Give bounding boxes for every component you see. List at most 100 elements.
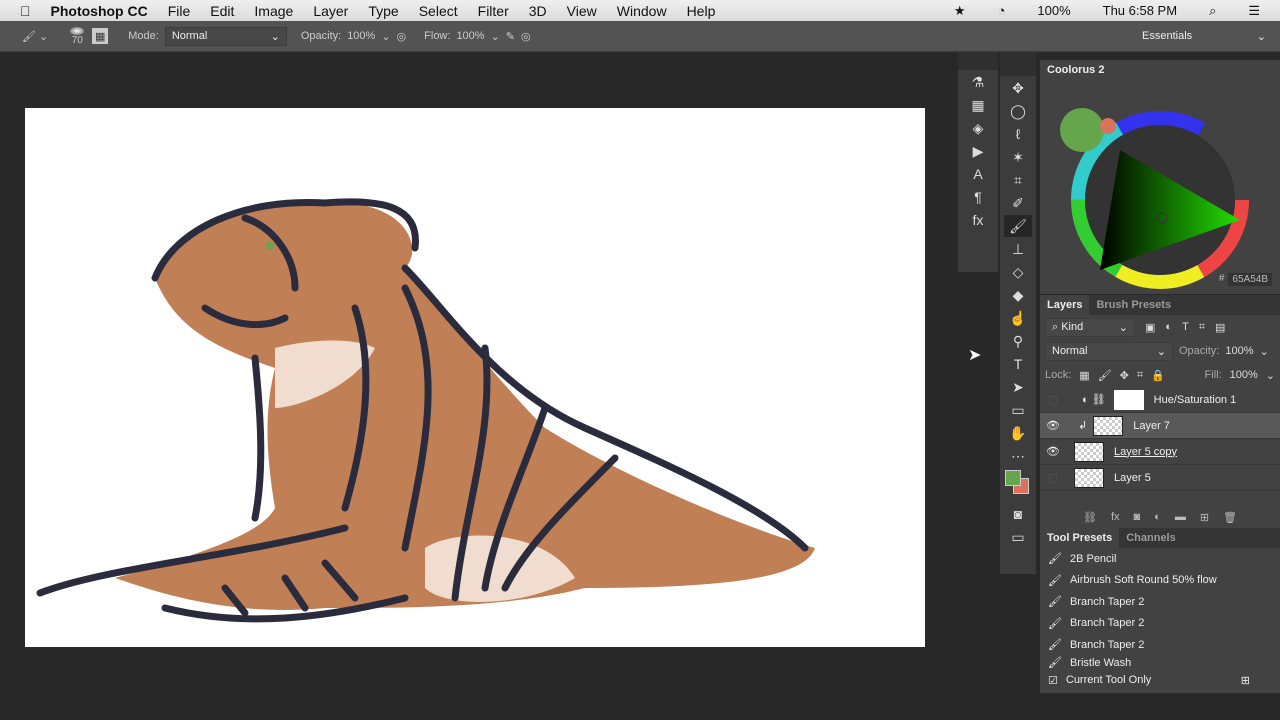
link-layers-icon[interactable]: ⛓ xyxy=(1083,511,1097,524)
play-actions-icon[interactable]: ▶ xyxy=(964,140,992,162)
preset-item[interactable]: 🖌 Bristle Wash xyxy=(1040,656,1280,670)
color-wheel[interactable] xyxy=(1040,80,1280,294)
smudge-tool-icon[interactable]: ☝ xyxy=(1004,307,1032,329)
list-icon[interactable]: ☰ xyxy=(1238,3,1270,19)
delete-layer-icon[interactable]: 🗑 xyxy=(1223,511,1237,524)
layer-row[interactable]: ▢ ◐ ⛓ Hue/Saturation 1 xyxy=(1040,387,1280,413)
filter-shape-icon[interactable]: ⌗ xyxy=(1199,321,1205,334)
more-tools-icon[interactable]: ⋯ xyxy=(1004,445,1032,467)
filter-type-icon[interactable]: T xyxy=(1182,321,1189,333)
lasso-tool-icon[interactable]: ℓ xyxy=(1004,123,1032,145)
menu-view[interactable]: View xyxy=(557,3,607,19)
tab-channels[interactable]: Channels xyxy=(1119,532,1183,544)
shape-tool-icon[interactable]: ▭ xyxy=(1004,399,1032,421)
fill-field[interactable]: 100% xyxy=(1230,369,1258,381)
crop-tool-icon[interactable]: ⌗ xyxy=(1004,169,1032,191)
dodge-tool-icon[interactable]: ⚲ xyxy=(1004,330,1032,352)
eraser-tool-icon[interactable]: ◇ xyxy=(1004,261,1032,283)
mode-select[interactable]: Normal ⌄ xyxy=(164,26,287,46)
styles-icon[interactable]: fx xyxy=(964,209,992,231)
color-swatches[interactable] xyxy=(1000,468,1036,502)
history-icon[interactable]: ⚗ xyxy=(964,71,992,93)
workspace-select[interactable]: Essentials ⌄ xyxy=(1136,27,1272,45)
filter-pixel-icon[interactable]: ▣ xyxy=(1145,321,1155,334)
grid-icon[interactable]: ▦ xyxy=(964,94,992,116)
preset-item[interactable]: 🖌 Airbrush Soft Round 50% flow xyxy=(1040,570,1280,592)
blend-mode-select[interactable]: Normal ⌄ xyxy=(1045,341,1173,361)
flow-field[interactable]: 100% xyxy=(456,30,484,42)
foreground-color-swatch[interactable] xyxy=(1005,470,1021,486)
stamp-tool-icon[interactable]: ⊥ xyxy=(1004,238,1032,260)
coolorus-tab[interactable]: Coolorus 2 xyxy=(1040,60,1112,80)
app-menu[interactable]: Photoshop CC xyxy=(41,3,158,19)
preset-item[interactable]: 🖌 Branch Taper 2 xyxy=(1040,591,1280,613)
star-icon[interactable]: ★ xyxy=(944,3,976,19)
quick-mask-icon[interactable]: ◙ xyxy=(1004,503,1032,525)
layer-row[interactable]: ▢ Layer 5 xyxy=(1040,465,1280,491)
character-icon[interactable]: A xyxy=(964,163,992,185)
pressure-opacity-icon[interactable]: ◎ xyxy=(397,30,407,43)
wifi-icon[interactable]: ◔ xyxy=(988,3,1016,18)
menu-select[interactable]: Select xyxy=(409,3,468,19)
lock-position-icon[interactable]: ✥ xyxy=(1120,369,1129,382)
tab-layers[interactable]: Layers xyxy=(1040,295,1090,315)
document-canvas[interactable] xyxy=(25,108,925,647)
battery-percent[interactable]: 100% xyxy=(1027,3,1080,18)
lock-artboard-icon[interactable]: ⌗ xyxy=(1137,369,1143,382)
type-tool-icon[interactable]: T xyxy=(1004,353,1032,375)
visibility-toggle[interactable]: ▢ xyxy=(1040,471,1066,484)
lock-transparent-icon[interactable]: ▦ xyxy=(1079,369,1089,382)
current-tool-only-checkbox[interactable]: ☑ Current Tool Only ⊞ xyxy=(1040,669,1280,691)
3d-icon[interactable]: ◈ xyxy=(964,117,992,139)
layer-opacity-field[interactable]: 100% xyxy=(1225,345,1253,357)
brush-tool-icon[interactable]: 🖌 xyxy=(1004,215,1032,237)
opacity-field[interactable]: 100% xyxy=(347,30,375,42)
magic-wand-icon[interactable]: ✶ xyxy=(1004,146,1032,168)
preset-item[interactable]: 🖌 Branch Taper 2 xyxy=(1040,634,1280,656)
eyedropper-icon[interactable]: ✐ xyxy=(1004,192,1032,214)
menu-image[interactable]: Image xyxy=(244,3,303,19)
fx-icon[interactable]: fx xyxy=(1111,511,1120,523)
layer-row[interactable]: 👁 ↲ Layer 7 xyxy=(1040,413,1280,439)
pressure-size-icon[interactable]: ◎ xyxy=(521,30,531,43)
layer-filter-select[interactable]: ⌕ Kind ⌄ xyxy=(1045,317,1135,337)
brush-tool-preset-icon[interactable]: 🖌 ⌄ xyxy=(22,30,48,43)
clock[interactable]: Thu 6:58 PM xyxy=(1093,3,1187,18)
menu-file[interactable]: File xyxy=(158,3,201,19)
filter-adjustment-icon[interactable]: ◐ xyxy=(1165,321,1172,333)
filter-smart-icon[interactable]: ▤ xyxy=(1215,321,1225,334)
marquee-tool-icon[interactable]: ◯ xyxy=(1004,100,1032,122)
apple-icon[interactable]:  xyxy=(0,3,41,19)
paint-bucket-icon[interactable]: ◆ xyxy=(1004,284,1032,306)
lock-image-icon[interactable]: 🖌 xyxy=(1098,369,1112,382)
eye-icon[interactable]: 👁 xyxy=(1040,419,1066,432)
paragraph-icon[interactable]: ¶ xyxy=(964,186,992,208)
move-tool-icon[interactable]: ✥ xyxy=(1004,77,1032,99)
menu-type[interactable]: Type xyxy=(358,3,408,19)
menu-layer[interactable]: Layer xyxy=(303,3,358,19)
preset-item[interactable]: 🖌 Branch Taper 2 xyxy=(1040,613,1280,635)
menu-window[interactable]: Window xyxy=(607,3,677,19)
brush-size-picker[interactable]: 70 xyxy=(70,26,85,46)
hand-tool-icon[interactable]: ✋ xyxy=(1004,422,1032,444)
tab-tool-presets[interactable]: Tool Presets xyxy=(1040,528,1120,548)
preset-item[interactable]: 🖌 2B Pencil xyxy=(1040,548,1280,570)
search-icon[interactable]: ⌕ xyxy=(1199,3,1226,19)
new-group-icon[interactable]: ▬ xyxy=(1175,511,1186,523)
path-selection-icon[interactable]: ➤ xyxy=(1004,376,1032,398)
menu-edit[interactable]: Edit xyxy=(200,3,244,19)
menu-help[interactable]: Help xyxy=(677,3,726,19)
add-mask-icon[interactable]: ◙ xyxy=(1134,511,1141,523)
menu-3d[interactable]: 3D xyxy=(519,3,557,19)
brush-panel-icon[interactable]: ▦ xyxy=(92,28,109,44)
visibility-toggle[interactable]: ▢ xyxy=(1040,393,1066,406)
screen-mode-icon[interactable]: ▭ xyxy=(1004,526,1032,548)
hex-field[interactable]: 65A54B xyxy=(1228,273,1272,286)
menu-filter[interactable]: Filter xyxy=(468,3,519,19)
chevron-down-icon[interactable]: ⌄ xyxy=(491,30,500,43)
airbrush-icon[interactable]: ✎ xyxy=(506,30,515,43)
layer-row[interactable]: 👁 Layer 5 copy xyxy=(1040,439,1280,465)
tab-brush-presets[interactable]: Brush Presets xyxy=(1089,299,1178,311)
new-adjustment-icon[interactable]: ◐ xyxy=(1154,511,1161,523)
lock-all-icon[interactable]: 🔒 xyxy=(1151,369,1165,382)
